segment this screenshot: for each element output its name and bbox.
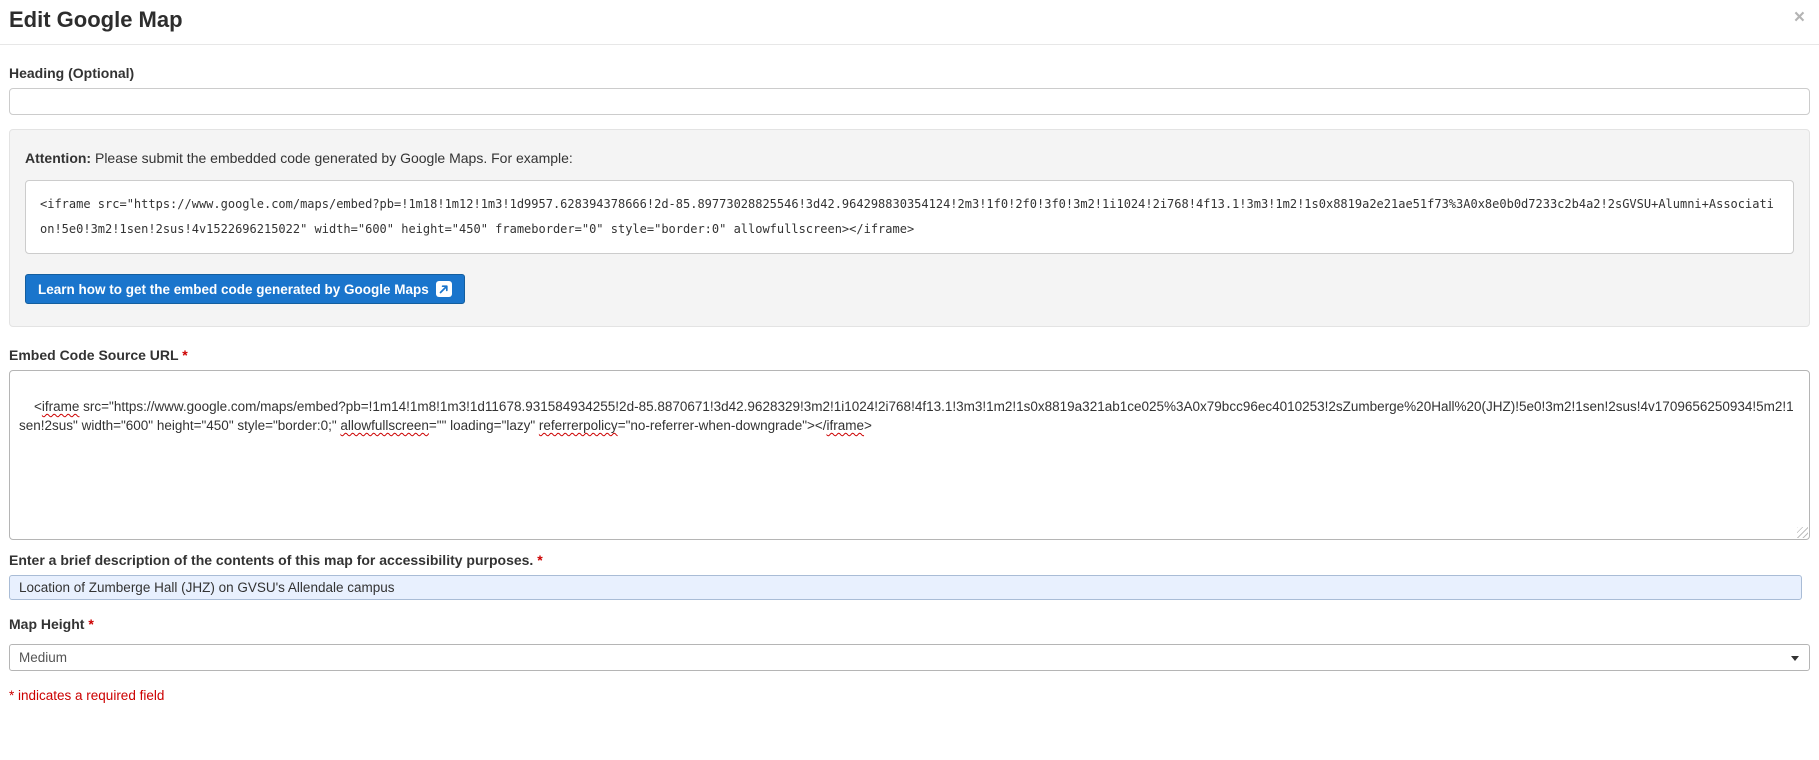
embed-code-segment: src="https://www.google.com/maps/embed?p… [19, 399, 1794, 433]
attention-text: Attention: Please submit the embedded co… [25, 150, 1794, 166]
description-label: Enter a brief description of the content… [9, 552, 1810, 568]
embed-code-textarea[interactable]: <iframe src="https://www.google.com/maps… [9, 370, 1810, 540]
learn-button-label: Learn how to get the embed code generate… [38, 282, 429, 297]
embed-url-label-text: Embed Code Source URL [9, 347, 178, 363]
embed-code-segment: > [864, 418, 872, 433]
embed-code-segment: ="no-referrer-when-downgrade"></ [618, 418, 827, 433]
attention-message: Please submit the embedded code generate… [91, 150, 573, 166]
heading-input[interactable] [9, 88, 1810, 115]
description-label-text: Enter a brief description of the content… [9, 552, 533, 568]
embed-code-segment: iframe [42, 399, 80, 414]
description-input[interactable] [9, 575, 1802, 600]
embed-code-segment: < [34, 399, 42, 414]
required-asterisk: * [537, 552, 542, 568]
close-icon: × [1794, 7, 1805, 28]
attention-panel: Attention: Please submit the embedded co… [9, 129, 1810, 327]
map-height-select[interactable]: Medium [9, 644, 1810, 671]
required-asterisk: * [88, 616, 93, 632]
learn-embed-code-button[interactable]: Learn how to get the embed code generate… [25, 274, 465, 304]
close-button[interactable]: × [1794, 8, 1805, 27]
map-height-label: Map Height * [9, 616, 1810, 632]
external-link-icon [436, 281, 452, 297]
attention-bold-prefix: Attention: [25, 150, 91, 166]
embed-code-segment: ="" loading="lazy" [429, 418, 539, 433]
embed-code-segment: allowfullscreen [340, 418, 429, 433]
heading-label: Heading (Optional) [9, 65, 1810, 81]
textarea-resize-grip[interactable] [1797, 527, 1808, 538]
map-height-select-wrap: Medium [9, 644, 1810, 671]
form-content: Heading (Optional) Attention: Please sub… [0, 65, 1819, 703]
required-asterisk: * [182, 347, 187, 363]
embed-url-label: Embed Code Source URL * [9, 347, 1810, 363]
embed-code-segment: iframe [827, 418, 865, 433]
page-title: Edit Google Map [9, 7, 1810, 33]
required-field-note: * indicates a required field [9, 688, 1810, 703]
modal-header: Edit Google Map × [0, 0, 1819, 45]
map-height-label-text: Map Height [9, 616, 84, 632]
example-embed-code: <iframe src="https://www.google.com/maps… [25, 180, 1794, 254]
embed-code-segment: referrerpolicy [539, 418, 618, 433]
